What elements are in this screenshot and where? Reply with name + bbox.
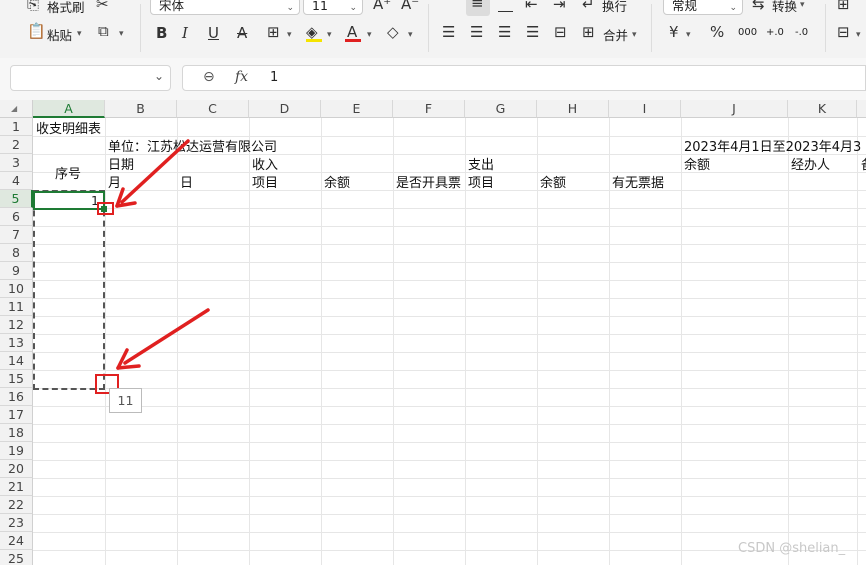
spreadsheet-window: { "ribbon": { "format_painter_label": "格… (0, 0, 866, 565)
annotation-arrow (115, 139, 190, 208)
watermark: CSDN @shelian_ (738, 541, 846, 556)
annotation-arrows (115, 139, 210, 370)
annotation-arrow (116, 308, 210, 370)
